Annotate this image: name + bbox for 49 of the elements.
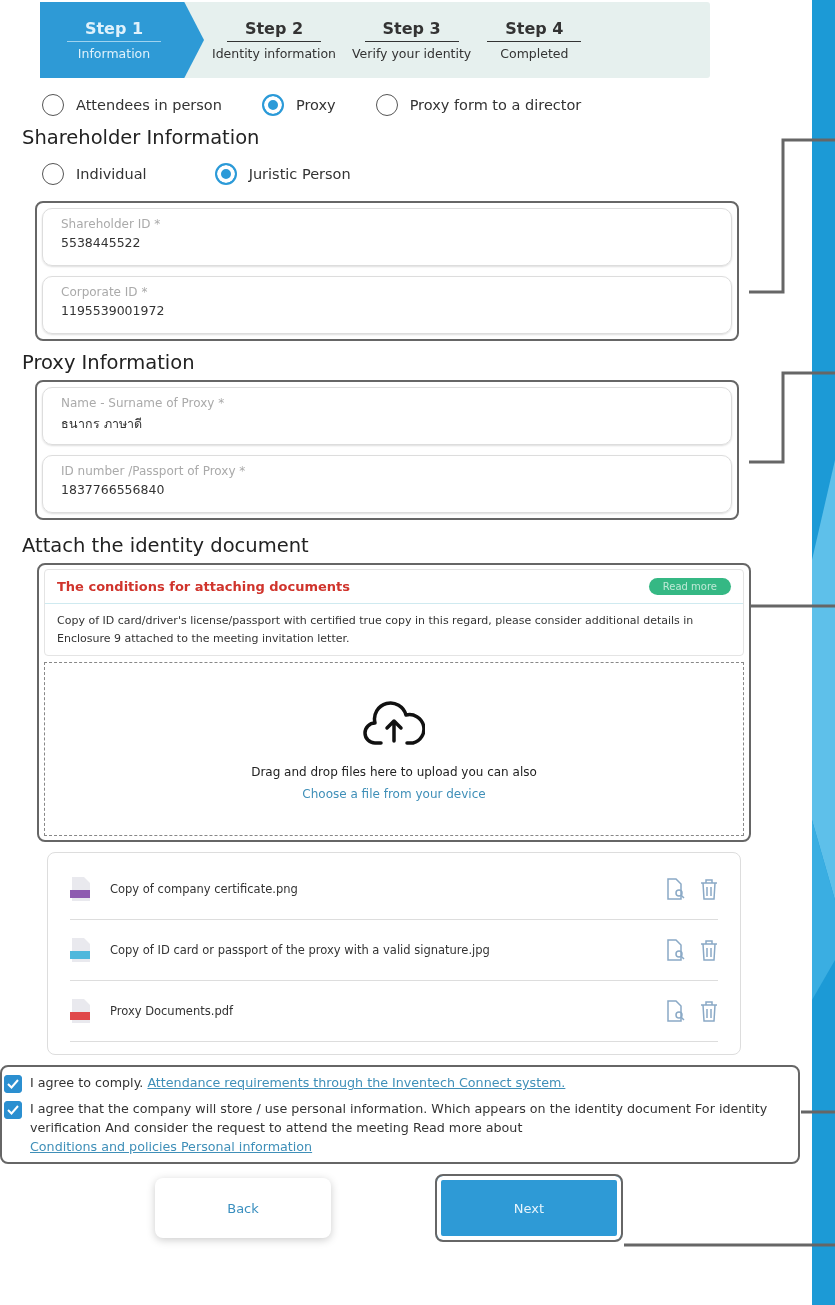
radio-label[interactable]: Proxy — [295, 97, 336, 113]
input-field[interactable]: Shareholder ID * 5538445522 — [42, 208, 732, 266]
radio-label[interactable]: Juristic Person — [248, 166, 351, 182]
file-icon — [70, 937, 92, 964]
radio-button[interactable] — [375, 94, 398, 116]
trash-icon[interactable] — [700, 939, 718, 962]
requirements-link[interactable]: Attendance requirements through the Inventech Connect system. — [147, 1075, 566, 1091]
radio-button[interactable] — [42, 163, 64, 185]
choose-file-link[interactable]: Choose a file from your device — [302, 787, 486, 802]
dropzone[interactable]: Drag and drop files here to upload you can also Choose a file from your device — [44, 662, 744, 837]
conditions-text: Copy of ID card/driver's license/passport with certified true copy in this regard, please consider additional details in Enclosure 9 attached to the meeting invitation letter. — [56, 613, 695, 647]
checkbox[interactable] — [4, 1075, 22, 1094]
step-tab[interactable]: Step 3 Verify your identity — [344, 2, 480, 78]
file-name: Copy of ID card or passport of the proxy with a valid signature.jpg — [110, 943, 491, 958]
checkbox[interactable] — [4, 1101, 22, 1120]
preview-icon[interactable] — [666, 1000, 686, 1023]
agreement-text: I agree that the company will store / use personal information. Which appears on the identity document For identity verification And consider the request to attend the meeting Read more about Conditions and policies Personal information — [30, 1100, 769, 1157]
policy-link[interactable]: Conditions and policies Personal information — [30, 1139, 313, 1155]
input-field[interactable]: Name - Surname of Proxy * ธนากร ภาษาดี — [42, 387, 732, 445]
section-heading: Shareholder Information — [22, 126, 261, 149]
radio-option[interactable]: Proxy form to a director — [375, 94, 582, 116]
section-heading: Attach the identity document — [22, 534, 310, 557]
radio-option[interactable]: Attendees in person — [42, 94, 222, 116]
radio-button[interactable] — [42, 94, 64, 116]
preview-icon[interactable] — [666, 878, 686, 901]
preview-icon[interactable] — [666, 939, 686, 962]
back-button[interactable]: Back — [155, 1178, 331, 1239]
conditions-title: The conditions for attaching documents — [57, 579, 350, 594]
section-heading: Proxy Information — [22, 351, 196, 374]
file-name: Copy of company certificate.png — [110, 882, 299, 897]
radio-option[interactable]: Individual — [42, 163, 147, 185]
input-field[interactable]: Corporate ID * 1195539001972 — [42, 276, 732, 334]
agreement-text: I agree to comply. Attendance requirements through the Inventech Connect system. — [30, 1074, 566, 1093]
trash-icon[interactable] — [700, 1000, 718, 1023]
trash-icon[interactable] — [700, 878, 718, 901]
file-name: Proxy Documents.pdf — [110, 1004, 235, 1019]
dropzone-text: Drag and drop files here to upload you can also — [251, 765, 537, 780]
radio-button[interactable] — [261, 94, 284, 116]
radio-label[interactable]: Proxy form to a director — [409, 97, 582, 113]
radio-label[interactable]: Individual — [76, 166, 147, 182]
file-icon — [70, 876, 92, 903]
radio-option[interactable]: Proxy — [261, 94, 336, 116]
radio-label[interactable]: Attendees in person — [76, 97, 222, 113]
step-tab[interactable]: Step 4 Completed — [479, 2, 590, 78]
radio-option[interactable]: Juristic Person — [214, 163, 351, 185]
step-tab[interactable]: Step 2 Identity information — [204, 2, 345, 78]
radio-button[interactable] — [214, 163, 237, 185]
file-icon — [70, 998, 92, 1025]
input-field[interactable]: ID number /Passport of Proxy * 1837766556840 — [42, 455, 732, 513]
